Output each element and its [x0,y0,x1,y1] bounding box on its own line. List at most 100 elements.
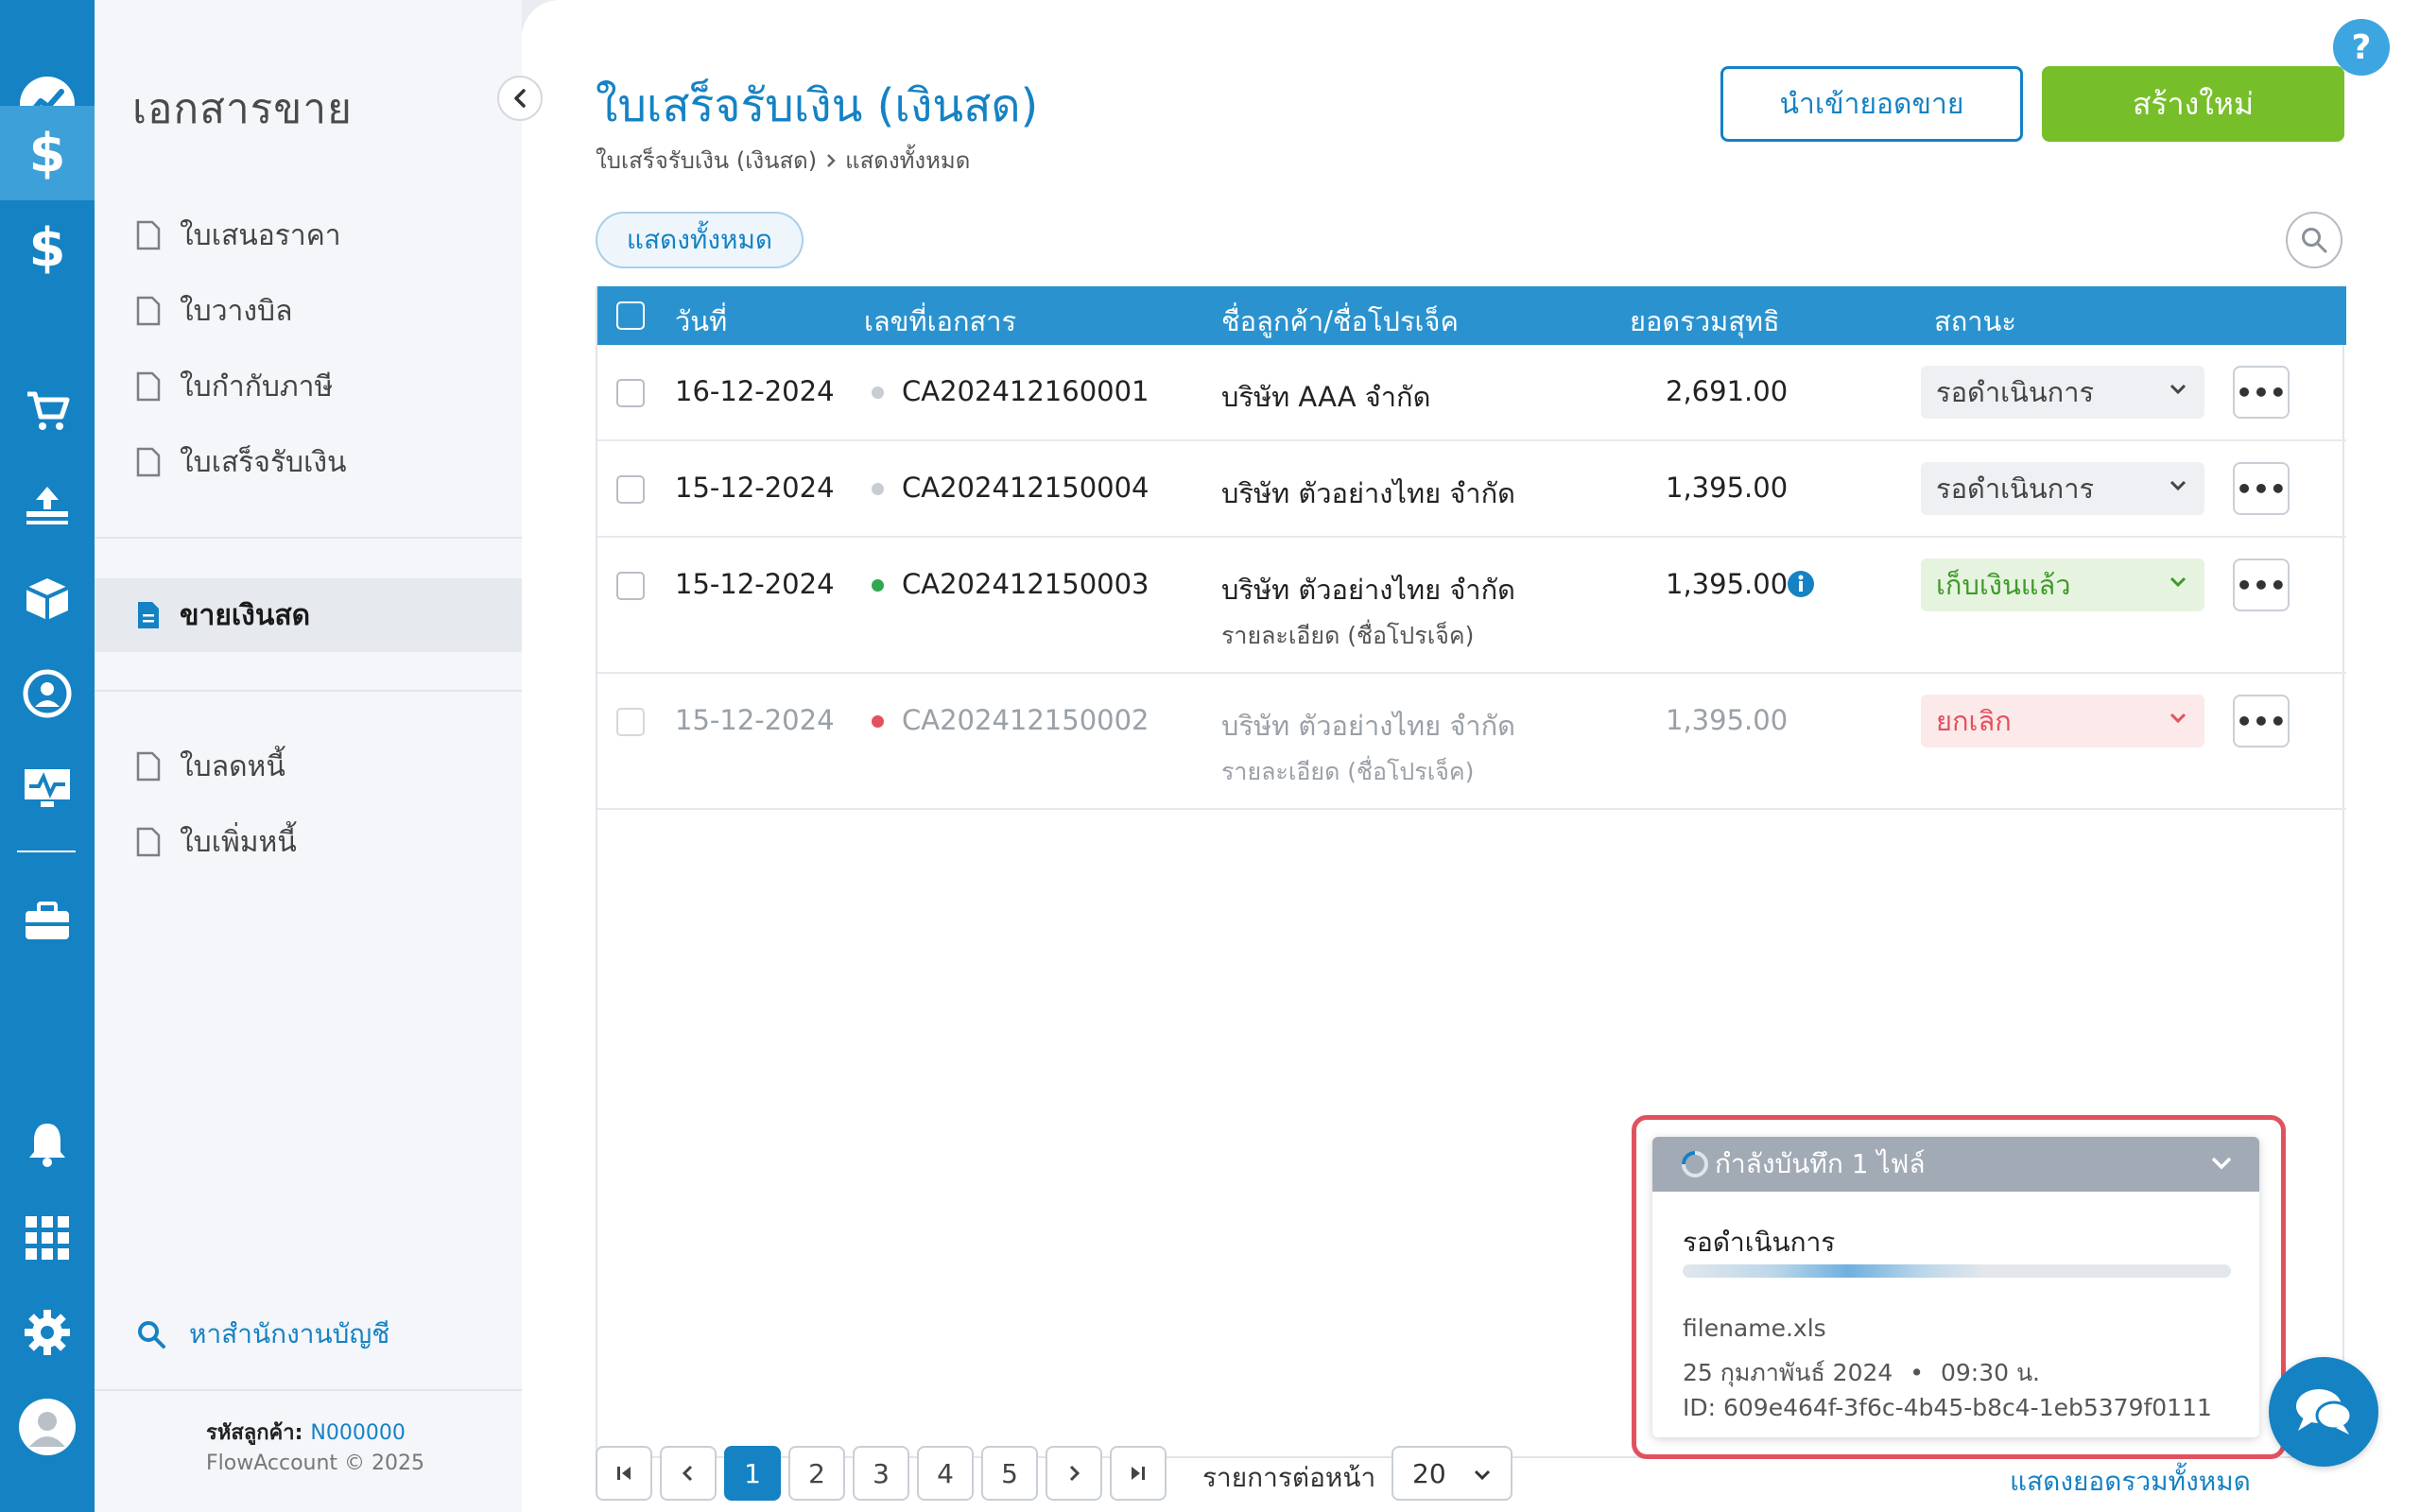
last-page-button[interactable] [1110,1446,1167,1501]
briefcase-icon[interactable] [0,874,95,969]
upload-panel-header[interactable]: กำลังบันทึก 1 ไฟล์ [1652,1137,2259,1192]
next-page-button[interactable] [1046,1446,1102,1501]
per-page-select[interactable]: 20 [1392,1446,1512,1501]
cart-icon[interactable] [0,363,95,457]
column-total[interactable]: ยอดรวมสุทธิ [1630,300,1780,343]
bell-icon[interactable] [0,1096,95,1191]
breadcrumb-root[interactable]: ใบเสร็จรับเงิน (เงินสด) [596,142,817,179]
find-accounting-firm-label: หาสำนักงานบัญชี [189,1318,390,1349]
column-date[interactable]: วันที่ [675,300,727,343]
help-icon[interactable]: ? [2333,19,2390,76]
row-customer: บริษัท AAA จำกัด [1221,381,1431,413]
row-checkbox[interactable] [616,572,645,600]
table-header: วันที่ เลขที่เอกสาร ชื่อลูกค้า/ชื่อโปรเจ… [597,286,2346,345]
row-more-button[interactable]: ••• [2233,695,2290,747]
chevron-down-icon [2169,576,2187,588]
first-page-button[interactable] [596,1446,652,1501]
row-more-button[interactable]: ••• [2233,462,2290,515]
dollar-icon[interactable]: $ [0,106,95,200]
sidebar-item-debit-note[interactable]: ใบเพิ่มหนี้ [95,805,522,879]
sidebar-item-receipt[interactable]: ใบเสร็จรับเงิน [95,425,522,499]
dollar-icon[interactable]: $ [0,200,95,295]
row-more-button[interactable]: ••• [2233,366,2290,419]
row-date: 15-12-2024 [675,704,835,736]
upload-progress-panel: กำลังบันทึก 1 ไฟล์ รอดำเนินการ filename.… [1652,1137,2259,1437]
per-page-value: 20 [1412,1457,1446,1489]
chevron-right-icon [824,152,838,169]
upload-status: รอดำเนินการ [1683,1227,1836,1258]
table-row[interactable]: 16-12-2024 CA202412160001 บริษัท AAA จำก… [597,345,2346,441]
row-date: 16-12-2024 [675,375,835,407]
status-select[interactable]: เก็บเงินแล้ว [1921,558,2204,611]
page-button[interactable]: 5 [981,1446,1038,1501]
status-select[interactable]: รอดำเนินการ [1921,462,2204,515]
page-button[interactable]: 3 [853,1446,909,1501]
collapse-sidebar-button[interactable] [497,76,543,121]
apps-grid-icon[interactable] [0,1191,95,1285]
customer-code: N000000 [310,1421,406,1445]
row-total: 1,395.00 [1666,704,1789,736]
status-select[interactable]: ยกเลิก [1921,695,2204,747]
page-button[interactable]: 1 [724,1446,781,1501]
prev-page-button[interactable] [660,1446,717,1501]
page-title: ใบเสร็จรับเงิน (เงินสด) [596,79,1039,132]
secondary-sidebar: เอกสารขาย ใบเสนอราคา ใบวางบิล ใบกำกับภาษ… [95,0,522,1512]
import-sales-button[interactable]: นำเข้ายอดขาย [1720,66,2023,142]
row-checkbox[interactable] [616,379,645,407]
monitor-icon[interactable] [0,741,95,835]
select-all-checkbox[interactable] [616,301,645,330]
sidebar-item-label: ขายเงินสด [180,598,311,632]
sidebar-divider [95,537,522,539]
upload-datetime: 25 กุมภาพันธ์ 2024 • 09:30 น. [1683,1354,2040,1392]
sidebar-item-tax-invoice[interactable]: ใบกำกับภาษี [95,350,522,423]
chevron-right-icon [1069,1465,1080,1482]
sidebar-item-cash-sale[interactable]: ขายเงินสด [95,578,522,652]
gear-icon[interactable] [0,1285,95,1380]
chevron-down-icon[interactable] [2210,1156,2233,1171]
find-accounting-firm-link[interactable]: หาสำนักงานบัญชี [136,1314,389,1355]
page-button[interactable]: 2 [788,1446,845,1501]
box-icon[interactable] [0,552,95,646]
filter-chip-show-all[interactable]: แสดงทั้งหมด [596,212,804,268]
table-row[interactable]: 15-12-2024 CA202412150002 บริษัท ตัวอย่า… [597,674,2346,810]
first-page-icon [617,1467,631,1480]
document-filled-icon [138,602,159,628]
row-doc-no[interactable]: CA202412150002 [902,704,1150,736]
row-doc-no[interactable]: CA202412150004 [902,472,1150,504]
column-status[interactable]: สถานะ [1934,300,2016,343]
sidebar-item-quotation[interactable]: ใบเสนอราคา [95,198,522,272]
status-label: รอดำเนินการ [1936,472,2095,505]
contact-icon[interactable] [0,646,95,741]
chat-support-button[interactable] [2269,1357,2378,1467]
status-label: รอดำเนินการ [1936,376,2095,408]
row-doc-no[interactable]: CA202412150003 [902,568,1150,600]
search-button[interactable] [2286,212,2342,268]
column-customer[interactable]: ชื่อลูกค้า/ชื่อโปรเจ็ค [1221,300,1459,343]
row-more-button[interactable]: ••• [2233,558,2290,611]
user-avatar-icon[interactable] [0,1380,95,1474]
info-icon[interactable] [1787,570,1815,598]
upload-date: 25 กุมภาพันธ์ 2024 [1683,1359,1893,1386]
chevron-down-icon [1474,1469,1491,1481]
status-label: เก็บเงินแล้ว [1936,569,2071,601]
row-checkbox[interactable] [616,708,645,736]
sidebar-item-billing-note[interactable]: ใบวางบิล [95,274,522,348]
status-select[interactable]: รอดำเนินการ [1921,366,2204,419]
row-checkbox[interactable] [616,475,645,504]
row-customer: บริษัท ตัวอย่างไทย จำกัด [1221,477,1515,509]
inbox-tray-icon[interactable] [0,457,95,552]
sidebar-item-credit-note[interactable]: ใบลดหนี้ [95,730,522,803]
chevron-left-icon [682,1465,693,1482]
last-page-icon [1132,1467,1145,1480]
table-row[interactable]: 15-12-2024 CA202412150003 บริษัท ตัวอย่า… [597,538,2346,674]
chevron-down-icon [2169,384,2187,395]
spinner-icon [1682,1151,1708,1177]
table-row[interactable]: 15-12-2024 CA202412150004 บริษัท ตัวอย่า… [597,441,2346,538]
show-totals-link[interactable]: แสดงยอดรวมทั้งหมด [2010,1461,2251,1503]
page-button[interactable]: 4 [917,1446,974,1501]
create-new-button[interactable]: สร้างใหม่ [2042,66,2344,142]
row-doc-no[interactable]: CA202412160001 [902,375,1150,407]
row-project: รายละเอียด (ชื่อโปรเจ็ค) [1221,622,1475,649]
column-doc-no[interactable]: เลขที่เอกสาร [864,300,1016,343]
status-dot [872,715,884,728]
